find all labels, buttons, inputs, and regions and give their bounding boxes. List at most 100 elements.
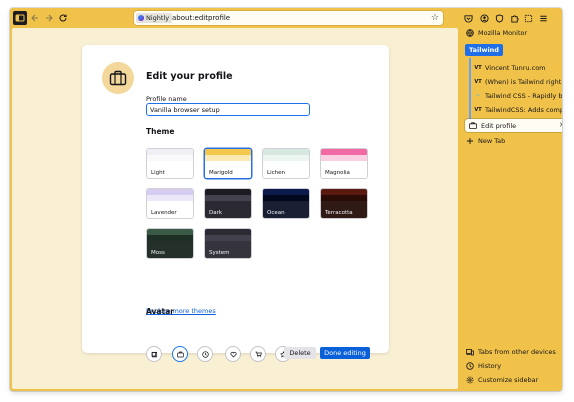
theme-option[interactable]: Magnolia bbox=[320, 148, 368, 179]
tab-label: Tailwind CSS - Rapidly build bbox=[485, 92, 562, 100]
url-text[interactable]: about:editprofile bbox=[172, 11, 230, 25]
theme-name: System bbox=[209, 250, 230, 256]
favicon: VT bbox=[474, 107, 482, 113]
toolbar: Nightly about:editprofile ☆ bbox=[10, 8, 562, 28]
reload-button[interactable] bbox=[56, 11, 70, 25]
cart-icon bbox=[255, 351, 262, 357]
puzzle-icon bbox=[510, 14, 519, 23]
nightly-logo-icon bbox=[138, 15, 144, 21]
shield-button[interactable] bbox=[493, 11, 505, 25]
pocket-button[interactable] bbox=[462, 11, 474, 25]
bookmark-star-icon[interactable]: ☆ bbox=[431, 12, 439, 24]
theme-name: Dark bbox=[209, 210, 223, 216]
tab-label: Edit profile bbox=[481, 121, 517, 130]
avatar-option[interactable] bbox=[197, 346, 213, 362]
arrow-left-icon bbox=[31, 14, 38, 22]
account-button[interactable] bbox=[478, 11, 490, 25]
shield-icon bbox=[495, 13, 503, 23]
theme-option[interactable]: System bbox=[204, 228, 252, 259]
theme-name: Magnolia bbox=[325, 170, 350, 176]
edit-profile-card: Edit your profile Profile name Theme Lig… bbox=[82, 45, 389, 362]
theme-name: Lichen bbox=[267, 170, 285, 176]
account-icon bbox=[479, 13, 489, 23]
sidebar-item-customize[interactable]: Customize sidebar bbox=[466, 374, 538, 386]
theme-name: Light bbox=[151, 170, 165, 176]
close-tab-icon[interactable]: ✕ bbox=[559, 119, 562, 132]
theme-name: Lavender bbox=[151, 210, 177, 216]
screenshot-icon bbox=[524, 14, 532, 22]
briefcase-icon bbox=[469, 122, 477, 130]
new-tab-button[interactable]: New Tab bbox=[466, 135, 505, 147]
avatar-option[interactable] bbox=[172, 346, 188, 362]
identity-badge[interactable]: Nightly bbox=[136, 13, 173, 23]
url-bar[interactable]: Nightly about:editprofile ☆ bbox=[134, 11, 443, 25]
sidebar-item-synced-tabs[interactable]: Tabs from other devices bbox=[466, 346, 556, 358]
avatar-option[interactable] bbox=[225, 346, 241, 362]
avatar-option[interactable] bbox=[146, 346, 162, 362]
favicon: VT bbox=[474, 65, 482, 71]
theme-name: Marigold bbox=[209, 170, 233, 176]
theme-option[interactable]: Light bbox=[146, 148, 194, 179]
theme-option[interactable]: Lichen bbox=[262, 148, 310, 179]
avatar-heading-text: Avatar bbox=[146, 307, 174, 316]
heart-icon bbox=[230, 351, 236, 358]
tab-label: (When) is Tailwind right for bbox=[485, 78, 562, 86]
theme-name: Moss bbox=[151, 250, 165, 256]
tab-label: TailwindCSS: Adds complex bbox=[485, 106, 562, 114]
theme-option[interactable]: Terracotta bbox=[320, 188, 368, 219]
theme-option[interactable]: Marigold bbox=[204, 148, 252, 179]
theme-option[interactable]: Moss bbox=[146, 228, 194, 259]
theme-name: Ocean bbox=[267, 210, 285, 216]
arrow-right-icon bbox=[46, 14, 53, 22]
sidebar-icon bbox=[15, 14, 25, 22]
reload-icon bbox=[59, 14, 67, 22]
profile-name-label: Profile name bbox=[146, 95, 187, 103]
identity-label: Nightly bbox=[146, 14, 170, 22]
screenshot-button[interactable] bbox=[522, 11, 534, 25]
page-title: Edit your profile bbox=[146, 71, 233, 82]
theme-option[interactable]: Dark bbox=[204, 188, 252, 219]
done-editing-button[interactable]: Done editing bbox=[320, 347, 370, 359]
theme-option[interactable]: Ocean bbox=[262, 188, 310, 219]
tab-label: Vincent Tunru.com bbox=[485, 64, 546, 72]
theme-option[interactable]: Lavender bbox=[146, 188, 194, 219]
tab-edit-profile[interactable]: Edit profile ✕ bbox=[465, 119, 562, 132]
back-button[interactable] bbox=[28, 11, 42, 25]
group-tab-item[interactable]: ~ Tailwind CSS - Rapidly build bbox=[474, 90, 562, 102]
plus-icon bbox=[466, 137, 474, 145]
page-content: Edit your profile Profile name Theme Lig… bbox=[12, 28, 458, 389]
theme-name: Terracotta bbox=[325, 210, 353, 216]
hamburger-menu-icon bbox=[539, 15, 547, 21]
devices-icon bbox=[466, 348, 474, 356]
browser-window: Nightly about:editprofile ☆ Edit your pr… bbox=[10, 8, 562, 391]
delete-button[interactable]: Delete bbox=[284, 347, 316, 359]
briefcase-icon bbox=[109, 70, 127, 86]
extensions-button[interactable] bbox=[508, 11, 520, 25]
profile-name-input[interactable] bbox=[146, 103, 310, 116]
group-tab-item[interactable]: VT Vincent Tunru.com bbox=[474, 62, 562, 74]
favicon: VT bbox=[474, 79, 482, 85]
theme-heading: Theme bbox=[146, 127, 175, 136]
new-tab-label: New Tab bbox=[478, 137, 506, 145]
pocket-icon bbox=[463, 14, 473, 23]
book-icon bbox=[151, 351, 157, 357]
sidebar-item-mozilla-monitor[interactable]: Mozilla Monitor bbox=[466, 27, 527, 39]
sidebar-toggle-button[interactable] bbox=[13, 11, 27, 25]
clock-icon bbox=[201, 350, 209, 358]
avatar-option[interactable] bbox=[250, 346, 266, 362]
menu-button[interactable] bbox=[537, 11, 549, 25]
sidebar-item-label: Tabs from other devices bbox=[478, 348, 556, 356]
gear-icon bbox=[466, 376, 474, 384]
sidebar-item-history[interactable]: History bbox=[466, 360, 501, 372]
group-tab-item[interactable]: VTTailwindCSS: Adds complex bbox=[474, 104, 562, 116]
sidebar-item-label: Mozilla Monitor bbox=[478, 29, 528, 37]
clock-icon bbox=[466, 362, 474, 370]
favicon: ~ bbox=[475, 93, 481, 99]
briefcase-icon bbox=[176, 351, 184, 357]
monitor-globe-icon bbox=[466, 29, 474, 37]
group-tab-item[interactable]: VT(When) is Tailwind right for bbox=[474, 76, 562, 88]
sidebar-item-label: History bbox=[478, 362, 502, 370]
sidebar-item-label: Customize sidebar bbox=[478, 376, 539, 384]
forward-button[interactable] bbox=[42, 11, 56, 25]
tab-group-tailwind[interactable]: Tailwind bbox=[465, 44, 503, 56]
